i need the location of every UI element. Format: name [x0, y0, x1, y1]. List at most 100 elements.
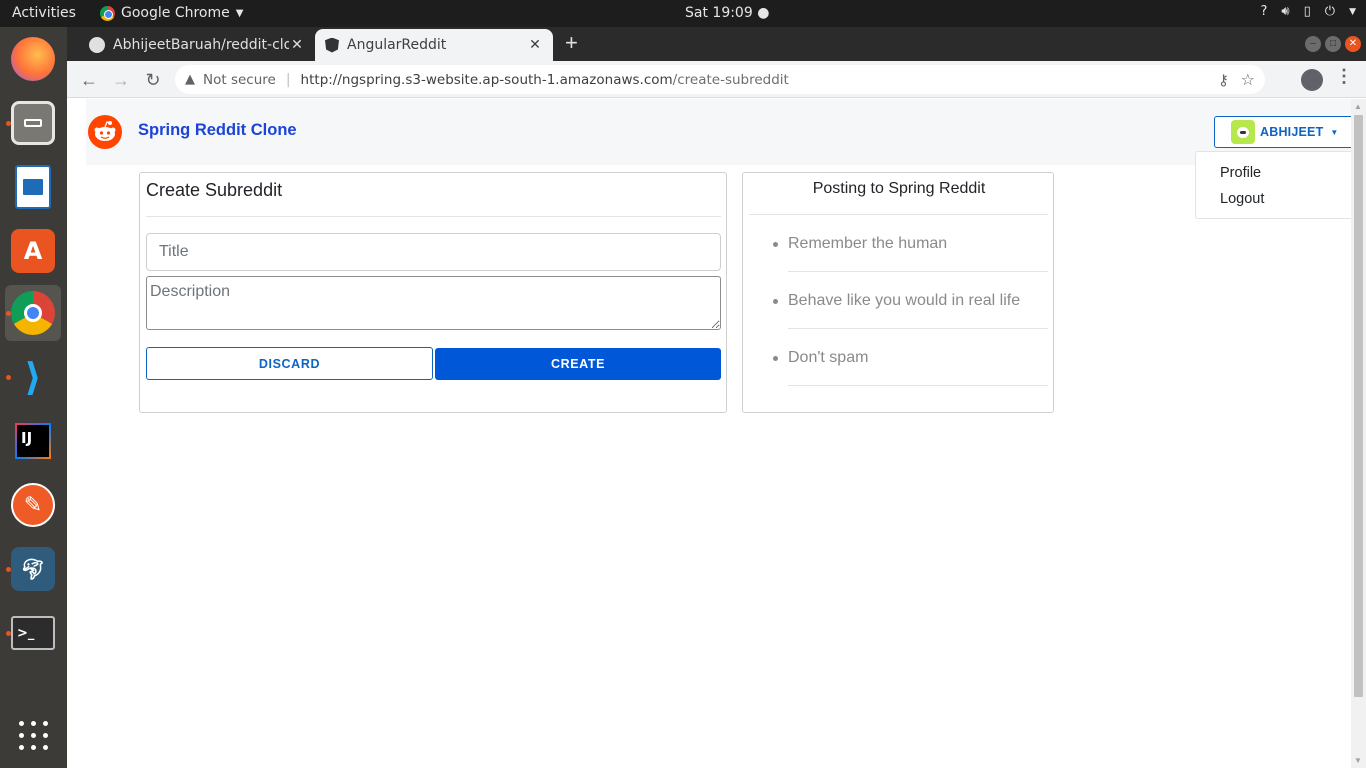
- firefox-icon: [11, 37, 55, 81]
- url-text: http://ngspring.s3-website.ap-south-1.am…: [301, 72, 789, 88]
- running-indicator: [6, 375, 11, 380]
- tab-angular-reddit[interactable]: AngularReddit ✕: [315, 29, 553, 61]
- divider: [146, 216, 721, 217]
- dock-chrome[interactable]: [5, 285, 61, 341]
- dock-vscode[interactable]: ⟩: [5, 349, 61, 405]
- address-bar[interactable]: ▲ Not secure | http://ngspring.s3-websit…: [175, 65, 1265, 94]
- show-applications-button[interactable]: [5, 707, 61, 763]
- browser-tab-strip: AbhijeetBaruah/reddit-clone ✕ AngularRed…: [67, 27, 1366, 61]
- activities-button[interactable]: Activities: [12, 5, 76, 21]
- chrome-icon: [11, 291, 55, 335]
- clock[interactable]: Sat 19:09 ●: [685, 5, 769, 21]
- create-subreddit-card: Create Subreddit DISCARD CREATE: [139, 172, 727, 413]
- title-input[interactable]: [146, 233, 721, 271]
- minimize-button[interactable]: –: [1305, 36, 1321, 52]
- power-icon: ⏻: [1324, 4, 1336, 19]
- clock-label: Sat 19:09: [685, 5, 753, 21]
- intellij-icon: IJ: [15, 423, 51, 459]
- divider: [788, 385, 1048, 386]
- close-icon[interactable]: ✕: [527, 37, 543, 53]
- create-button[interactable]: CREATE: [435, 348, 721, 380]
- notification-dot-icon: ●: [757, 5, 770, 21]
- dock-intellij[interactable]: IJ: [5, 413, 61, 469]
- security-label: Not secure: [203, 71, 276, 88]
- user-dropdown-menu: Profile Logout: [1195, 151, 1355, 219]
- system-tray[interactable]: ? 🔊︎ ▯ ⏻ ▼: [1261, 4, 1356, 19]
- rule-text: Don't spam: [788, 349, 869, 366]
- dock-libreoffice-impress[interactable]: [5, 159, 61, 215]
- tab-title: AbhijeetBaruah/reddit-clone: [113, 37, 289, 53]
- avatar: [1231, 120, 1255, 144]
- scroll-up-icon[interactable]: ▲: [1354, 102, 1362, 111]
- running-indicator: [6, 631, 11, 636]
- reload-button[interactable]: ↻: [141, 68, 165, 92]
- bullet-icon: [773, 356, 778, 361]
- close-icon[interactable]: ✕: [289, 37, 305, 53]
- menu-item-logout[interactable]: Logout: [1220, 191, 1264, 207]
- running-indicator: [6, 121, 11, 126]
- maximize-button[interactable]: □: [1325, 36, 1341, 52]
- github-icon: [89, 37, 105, 53]
- new-tab-button[interactable]: +: [565, 32, 578, 54]
- dock-terminal[interactable]: >_: [5, 605, 61, 661]
- rules-list: Remember the human Behave like you would…: [749, 215, 1048, 386]
- app-header: Spring Reddit Clone ABHIJEET ▼: [86, 99, 1354, 165]
- page-title: Create Subreddit: [146, 180, 283, 200]
- scroll-down-icon[interactable]: ▼: [1354, 756, 1362, 765]
- battery-icon: ▯: [1303, 4, 1311, 19]
- tab-title: AngularReddit: [347, 37, 447, 53]
- vertical-scrollbar[interactable]: ▲ ▼: [1351, 99, 1366, 768]
- mysql-workbench-icon: 🐬︎: [11, 547, 55, 591]
- url-host: http://ngspring.s3-website.ap-south-1.am…: [300, 71, 673, 88]
- warning-icon: ▲: [185, 72, 195, 87]
- dock-software-center[interactable]: A: [5, 223, 61, 279]
- dock: A ⟩ IJ ✎ 🐬︎ >_: [0, 27, 67, 768]
- dock-firefox[interactable]: [5, 31, 61, 87]
- dock-files[interactable]: [5, 95, 61, 151]
- rules-heading: Posting to Spring Reddit: [812, 180, 986, 197]
- key-icon[interactable]: ⚷: [1218, 71, 1229, 89]
- app-menu[interactable]: Google Chrome ▼: [100, 5, 243, 21]
- list-item: Behave like you would in real life: [749, 272, 1048, 329]
- chrome-icon: [100, 5, 115, 21]
- list-item: Don't spam: [749, 329, 1048, 386]
- dock-mysql-workbench[interactable]: 🐬︎: [5, 541, 61, 597]
- rule-text: Behave like you would in real life: [788, 292, 1021, 309]
- reddit-logo-icon[interactable]: [88, 115, 122, 149]
- forward-button[interactable]: →: [109, 68, 133, 92]
- back-button[interactable]: ←: [77, 68, 101, 92]
- menu-item-profile[interactable]: Profile: [1220, 165, 1261, 181]
- rule-text: Remember the human: [788, 235, 948, 252]
- browser-toolbar: ← → ↻ ▲ Not secure | http://ngspring.s3-…: [67, 61, 1366, 98]
- document-icon: [15, 165, 51, 209]
- app-menu-label: Google Chrome: [121, 5, 230, 21]
- reddit-alien-icon: [94, 121, 116, 141]
- description-input[interactable]: [146, 276, 721, 330]
- divider: |: [285, 71, 291, 88]
- page-viewport: Spring Reddit Clone ABHIJEET ▼ Profile L…: [67, 99, 1366, 768]
- star-icon[interactable]: ☆: [1241, 70, 1255, 89]
- list-item: Remember the human: [749, 215, 1048, 272]
- url-path: /create-subreddit: [672, 71, 789, 88]
- posting-rules-card: Posting to Spring Reddit Remember the hu…: [742, 172, 1054, 413]
- bullet-icon: [773, 299, 778, 304]
- system-top-bar: Activities Google Chrome ▼ Sat 19:09 ● ?…: [0, 0, 1366, 27]
- angular-icon: [325, 37, 339, 53]
- postman-icon: ✎: [11, 483, 55, 527]
- bullet-icon: [773, 242, 778, 247]
- volume-icon: 🔊︎: [1281, 4, 1290, 19]
- tab-github[interactable]: AbhijeetBaruah/reddit-clone ✕: [79, 29, 315, 61]
- brand-link[interactable]: Spring Reddit Clone: [138, 121, 297, 140]
- dock-postman[interactable]: ✎: [5, 477, 61, 533]
- scrollbar-thumb[interactable]: [1354, 115, 1363, 697]
- profile-avatar-icon[interactable]: [1301, 69, 1323, 91]
- vscode-icon: ⟩: [24, 355, 42, 399]
- more-vert-icon[interactable]: ⋮: [1335, 66, 1353, 87]
- running-indicator: [6, 567, 11, 572]
- chevron-down-icon: ▼: [235, 7, 244, 19]
- user-menu-button[interactable]: ABHIJEET ▼: [1214, 116, 1354, 148]
- chevron-down-icon: ▼: [1349, 6, 1356, 17]
- terminal-icon: >_: [11, 616, 55, 650]
- close-window-button[interactable]: ✕: [1345, 36, 1361, 52]
- discard-button[interactable]: DISCARD: [146, 347, 433, 380]
